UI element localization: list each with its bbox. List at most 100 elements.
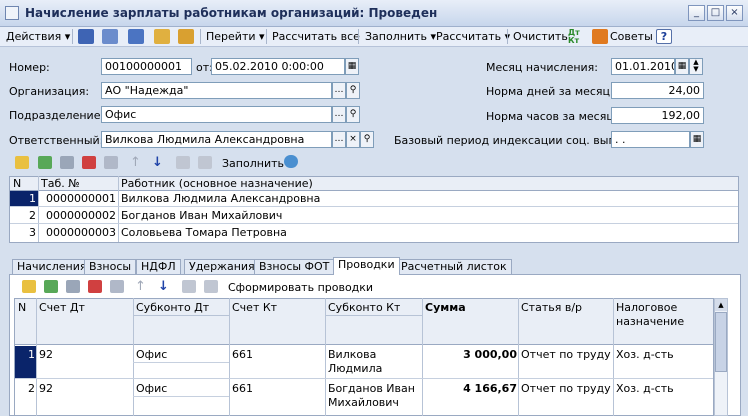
tab-number[interactable]: 0000000002	[40, 209, 116, 222]
number-field[interactable]: 00100000001	[101, 58, 192, 75]
sort-asc-icon[interactable]	[176, 156, 190, 169]
credit-subconto[interactable]: Михайлович	[328, 396, 399, 409]
move-up-icon[interactable]: ↑	[135, 280, 149, 293]
debit-subconto[interactable]: Офис	[136, 382, 167, 395]
calendar-icon[interactable]: ▦	[690, 131, 704, 148]
recalc-all-button[interactable]: Рассчитать все	[272, 29, 360, 44]
posting-sum[interactable]: 3 000,00	[424, 348, 517, 361]
employees-icon[interactable]	[284, 155, 298, 168]
sort-desc-icon[interactable]	[204, 280, 218, 293]
actions-menu[interactable]: Действия ▾	[6, 29, 70, 44]
tips-icon[interactable]	[592, 29, 608, 44]
resp-field[interactable]: Вилкова Людмила Александровна	[101, 131, 332, 148]
refresh-icon[interactable]	[102, 29, 118, 44]
calendar-icon[interactable]: ▦	[345, 58, 359, 75]
select-button[interactable]: …	[332, 131, 346, 148]
generate-postings-button[interactable]: Сформировать проводки	[228, 281, 373, 294]
copy-row-icon[interactable]	[44, 280, 58, 293]
structure-icon[interactable]	[128, 29, 144, 44]
hours-field[interactable]: 192,00	[611, 107, 704, 124]
number-label: Номер:	[9, 61, 50, 74]
help-button[interactable]: ?	[656, 29, 672, 44]
credit-subconto[interactable]: Богданов Иван	[328, 382, 415, 395]
header-subdivider	[325, 315, 422, 316]
select-button[interactable]: …	[332, 106, 346, 123]
column-divider	[613, 298, 614, 416]
credit-account[interactable]: 661	[232, 382, 253, 395]
copy-row-icon[interactable]	[38, 156, 52, 169]
worker-name[interactable]: Вилкова Людмила Александровна	[121, 192, 320, 205]
credit-subconto[interactable]: Вилкова	[328, 348, 376, 361]
dept-label: Подразделение:	[9, 109, 105, 122]
clear-button[interactable]: Очистить	[513, 29, 568, 44]
debit-subconto[interactable]: Офис	[136, 348, 167, 361]
debit-account[interactable]: 92	[39, 382, 53, 395]
minimize-button[interactable]: _	[688, 5, 705, 21]
month-field[interactable]: 01.01.2010	[611, 58, 675, 75]
org-field[interactable]: АО "Надежда"	[101, 82, 332, 99]
debit-account[interactable]: 92	[39, 348, 53, 361]
tab-fot-contributions[interactable]: Взносы ФОТ	[254, 259, 335, 275]
column-header: Счет Кт	[232, 301, 278, 314]
credit-subconto[interactable]: Людмила	[328, 362, 382, 375]
tips-button[interactable]: Советы	[610, 29, 653, 44]
goto-menu[interactable]: Перейти ▾	[206, 29, 265, 44]
dept-field[interactable]: Офис	[101, 106, 332, 123]
tab-postings[interactable]: Проводки	[333, 257, 400, 275]
end-edit-icon[interactable]	[104, 156, 118, 169]
tab-payslip[interactable]: Расчетный листок	[396, 259, 512, 275]
worker-name[interactable]: Соловьева Томара Петровна	[121, 226, 287, 239]
move-down-icon[interactable]: ↓	[158, 280, 172, 293]
calc-menu[interactable]: Рассчитать ▾	[436, 29, 510, 44]
select-button[interactable]: …	[332, 82, 346, 99]
org-label: Организация:	[9, 85, 90, 98]
end-edit-icon[interactable]	[110, 280, 124, 293]
print-icon[interactable]	[154, 29, 170, 44]
clear-icon[interactable]: ×	[346, 131, 360, 148]
days-field[interactable]: 24,00	[611, 82, 704, 99]
edit-row-icon[interactable]	[60, 156, 74, 169]
search-icon[interactable]: ⚲	[360, 131, 374, 148]
movements-icon[interactable]	[178, 29, 194, 44]
edit-row-icon[interactable]	[66, 280, 80, 293]
tab-deductions[interactable]: Удержания	[184, 259, 260, 275]
worker-name[interactable]: Богданов Иван Михайлович	[121, 209, 282, 222]
posting-article[interactable]: Отчет по труду	[521, 382, 611, 395]
add-row-icon[interactable]	[22, 280, 36, 293]
fill-menu[interactable]: Заполнить ▾	[365, 29, 436, 44]
scrollbar-thumb[interactable]	[715, 312, 727, 372]
search-icon[interactable]: ⚲	[346, 106, 360, 123]
add-row-icon[interactable]	[15, 156, 29, 169]
hours-label: Норма часов за месяц:	[486, 110, 618, 123]
tax-purpose[interactable]: Хоз. д-сть	[616, 348, 674, 361]
move-up-icon[interactable]: ↑	[130, 156, 144, 169]
fill-workers-button[interactable]: Заполнить	[222, 157, 284, 170]
tab-ndfl[interactable]: НДФЛ	[136, 259, 181, 275]
calc-label: Рассчитать	[436, 30, 502, 43]
search-icon[interactable]: ⚲	[346, 82, 360, 99]
spin-button[interactable]: ▲ ▼	[689, 58, 703, 75]
dt-kt-icon[interactable]: Дт Кт	[568, 29, 584, 45]
tab-accruals[interactable]: Начисления	[12, 259, 92, 275]
credit-account[interactable]: 661	[232, 348, 253, 361]
separator	[266, 29, 267, 44]
move-down-icon[interactable]: ↓	[152, 156, 166, 169]
tab-contributions[interactable]: Взносы	[84, 259, 137, 275]
calendar-icon[interactable]: ▦	[675, 58, 689, 75]
tax-purpose[interactable]: Хоз. д-сть	[616, 382, 674, 395]
posting-sum[interactable]: 4 166,67	[424, 382, 517, 395]
column-header: N	[13, 177, 22, 190]
close-button[interactable]: ×	[726, 5, 743, 21]
maximize-button[interactable]: □	[707, 5, 724, 21]
back-arrow-icon[interactable]	[78, 29, 94, 44]
scroll-up-button[interactable]: ▲	[715, 299, 727, 311]
delete-row-icon[interactable]	[88, 280, 102, 293]
date-field[interactable]: 05.02.2010 0:00:00	[211, 58, 345, 75]
sort-asc-icon[interactable]	[182, 280, 196, 293]
base-period-field[interactable]: . .	[611, 131, 690, 148]
tab-number[interactable]: 0000000003	[40, 226, 116, 239]
posting-article[interactable]: Отчет по труду	[521, 348, 611, 361]
sort-desc-icon[interactable]	[198, 156, 212, 169]
tab-number[interactable]: 0000000001	[40, 192, 116, 205]
delete-row-icon[interactable]	[82, 156, 96, 169]
